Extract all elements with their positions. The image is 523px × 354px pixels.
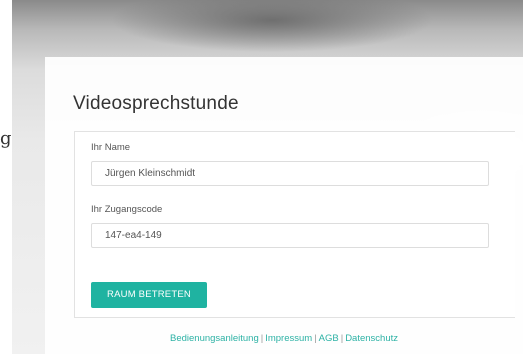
footer-link-imprint[interactable]: Impressum <box>265 333 312 344</box>
access-code-label: Ihr Zugangscode <box>91 204 163 215</box>
footer-link-terms[interactable]: AGB <box>319 333 339 344</box>
footer-separator: | <box>340 333 344 344</box>
footer-separator: | <box>314 333 317 344</box>
enter-room-button[interactable]: RAUM BETRETEN <box>91 282 207 308</box>
clipped-text-fragment: g <box>0 128 12 149</box>
access-code-input[interactable]: 147-ea4-149 <box>91 223 489 248</box>
video-consultation-page: g Videosprechstunde Ihr Name Jürgen Klei… <box>0 0 523 354</box>
footer-separator: | <box>260 333 264 344</box>
footer-link-manual[interactable]: Bedienungsanleitung <box>170 333 259 344</box>
login-form: Ihr Name Jürgen Kleinschmidt Ihr Zugangs… <box>74 131 515 318</box>
login-card: Videosprechstunde Ihr Name Jürgen Kleins… <box>45 57 523 354</box>
footer-links: Bedienungsanleitung | Impressum | AGB | Datens… <box>45 333 523 344</box>
name-input[interactable]: Jürgen Kleinschmidt <box>91 161 489 186</box>
name-label: Ihr Name <box>91 142 131 153</box>
page-title: Videosprechstunde <box>73 93 239 114</box>
footer-link-privacy[interactable]: Datenschutz <box>345 333 398 344</box>
